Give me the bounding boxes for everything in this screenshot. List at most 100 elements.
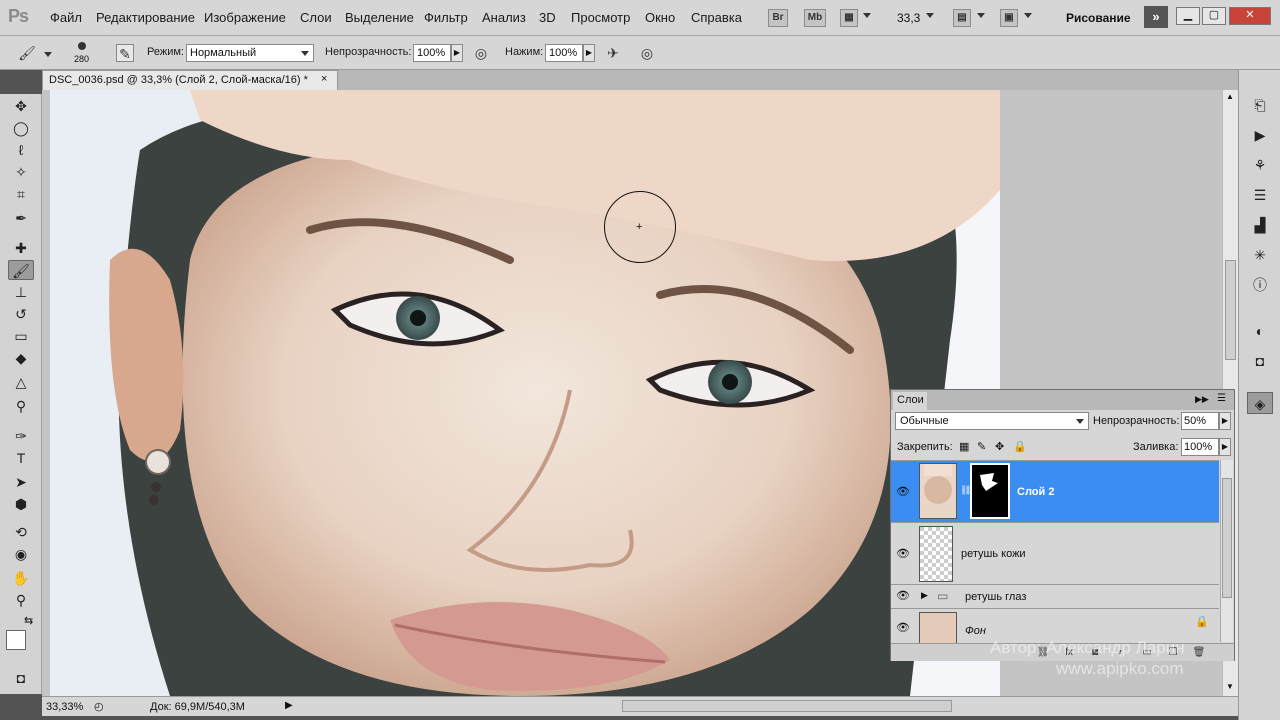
airbrush-icon[interactable]: ✈ <box>604 44 622 62</box>
close-icon[interactable]: × <box>321 73 327 85</box>
chevron-down-icon[interactable] <box>44 52 52 57</box>
path-select-icon[interactable]: ➤ <box>8 472 34 492</box>
opacity-input[interactable]: 100% <box>413 44 451 62</box>
actions-panel-icon[interactable]: ▶ <box>1247 124 1273 146</box>
adjustments-icon[interactable]: ◐ <box>1247 320 1273 342</box>
dodge-tool-icon[interactable]: ⚲ <box>8 396 34 416</box>
tab-layers[interactable]: Слои <box>893 392 927 410</box>
info-panel-icon[interactable]: ⓘ <box>1247 274 1273 296</box>
eraser-icon[interactable]: ▭ <box>8 326 34 346</box>
chevron-down-icon[interactable] <box>977 13 985 18</box>
lock-position-icon[interactable]: ✥ <box>995 440 1004 453</box>
paint-bucket-icon[interactable]: ◆ <box>8 348 34 368</box>
mode-select[interactable]: Нормальный <box>186 44 314 62</box>
close-button[interactable]: ✕ <box>1229 7 1271 25</box>
zoom-level[interactable]: 33,3 <box>897 11 920 25</box>
minibridge-button[interactable]: Mb <box>804 9 826 27</box>
pen-tool-icon[interactable]: ✑ <box>8 426 34 446</box>
panel-menu-icon[interactable]: ☰ <box>1217 393 1226 404</box>
menu-layers[interactable]: Слои <box>300 10 332 25</box>
layers-scrollbar[interactable] <box>1220 460 1233 642</box>
menu-image[interactable]: Изображение <box>204 10 286 25</box>
menu-view[interactable]: Просмотр <box>571 10 630 25</box>
brush-panel-icon[interactable]: ✎ <box>116 44 134 62</box>
document-canvas[interactable]: + <box>50 90 1000 696</box>
healing-brush-icon[interactable]: ✚ <box>8 238 34 258</box>
scroll-up-icon[interactable]: ▲ <box>1226 92 1234 101</box>
menu-edit[interactable]: Редактирование <box>96 10 195 25</box>
expand-arrow-icon[interactable]: ▶ <box>921 590 928 601</box>
arrange-documents-icon[interactable]: ▤ <box>953 9 971 27</box>
zoom-tool-icon[interactable]: ⚲ <box>8 590 34 610</box>
history-brush-icon[interactable]: ↺ <box>8 304 34 324</box>
brush-preset-icon[interactable]: 🖌 <box>18 44 36 62</box>
visibility-eye-icon[interactable]: 👁 <box>895 547 911 561</box>
chevron-down-icon[interactable] <box>1024 13 1032 18</box>
lasso-tool-icon[interactable]: ℓ <box>8 140 34 160</box>
layer-opacity-stepper[interactable]: ▶ <box>1219 412 1231 430</box>
maximize-button[interactable]: ▢ <box>1202 7 1226 25</box>
minimize-button[interactable]: ▁ <box>1176 7 1200 25</box>
masks-panel-icon[interactable]: ◘ <box>1247 350 1273 372</box>
view-extras-icon[interactable]: ▦ <box>840 9 858 27</box>
lock-all-icon[interactable]: 🔒 <box>1013 440 1027 453</box>
opacity-stepper[interactable]: ▶ <box>451 44 463 62</box>
quick-mask-icon[interactable]: ◘ <box>8 668 34 688</box>
pressure-stepper[interactable]: ▶ <box>583 44 595 62</box>
fill-stepper[interactable]: ▶ <box>1219 438 1231 456</box>
vertical-scroll-thumb[interactable] <box>1225 260 1236 360</box>
brush-size[interactable]: 280 <box>74 54 89 64</box>
crop-tool-icon[interactable]: ⌗ <box>8 184 34 204</box>
layer-group-eye-retouch[interactable]: 👁 ▶ ▭ ретушь глаз <box>891 584 1219 608</box>
foreground-color-swatch[interactable] <box>6 630 26 650</box>
layer-opacity-input[interactable]: 50% <box>1181 412 1219 430</box>
chevron-down-icon[interactable] <box>863 13 871 18</box>
lock-transparency-icon[interactable]: ▦ <box>959 440 969 453</box>
status-preview-icon[interactable]: ◴ <box>94 700 104 713</box>
clone-stamp-icon[interactable]: ⊥ <box>8 282 34 302</box>
channels-panel-icon[interactable]: ☰ <box>1247 184 1273 206</box>
workspace-switcher[interactable]: Рисование <box>1066 11 1131 25</box>
menu-select[interactable]: Выделение <box>345 10 414 25</box>
screen-mode-icon[interactable]: ▣ <box>1000 9 1018 27</box>
lock-pixels-icon[interactable]: ✎ <box>977 440 986 453</box>
bridge-button[interactable]: Br <box>768 9 788 27</box>
collapse-icon[interactable]: ▶▶ <box>1195 394 1209 405</box>
menu-filter[interactable]: Фильтр <box>424 10 468 25</box>
layer-mask-thumbnail[interactable] <box>970 463 1010 519</box>
layers-panel-icon[interactable]: ◈ <box>1247 392 1273 414</box>
brush-tip-icon[interactable] <box>78 42 86 50</box>
histogram-icon[interactable]: ▟ <box>1247 214 1273 236</box>
pressure-input[interactable]: 100% <box>545 44 583 62</box>
fill-input[interactable]: 100% <box>1181 438 1219 456</box>
layers-scroll-thumb[interactable] <box>1222 478 1232 598</box>
eyedropper-icon[interactable]: ✒ <box>8 208 34 228</box>
layer-row-skin-retouch[interactable]: 👁 ретушь кожи <box>891 522 1219 584</box>
move-tool-icon[interactable]: ✥ <box>8 96 34 116</box>
ellipse-marquee-icon[interactable]: ◯ <box>8 118 34 138</box>
blur-tool-icon[interactable]: △ <box>8 372 34 392</box>
blend-mode-select[interactable]: Обычные <box>895 412 1089 430</box>
menu-analysis[interactable]: Анализ <box>482 10 526 25</box>
visibility-eye-icon[interactable]: 👁 <box>895 589 911 603</box>
trash-icon[interactable]: 🗑 <box>1191 646 1207 660</box>
visibility-eye-icon[interactable]: 👁 <box>895 485 911 499</box>
3d-orbit-icon[interactable]: ◉ <box>8 544 34 564</box>
3d-rotate-icon[interactable]: ⟲ <box>8 522 34 542</box>
menu-file[interactable]: Файл <box>50 10 82 25</box>
menu-help[interactable]: Справка <box>691 10 742 25</box>
menu-3d[interactable]: 3D <box>539 10 556 25</box>
type-tool-icon[interactable]: T <box>8 448 34 468</box>
quick-select-icon[interactable]: ✧ <box>8 162 34 182</box>
visibility-eye-icon[interactable]: 👁 <box>895 621 911 635</box>
brush-tool-icon[interactable]: 🖌 <box>8 260 34 280</box>
hand-tool-icon[interactable]: ✋ <box>8 568 34 588</box>
shape-tool-icon[interactable]: ⬢ <box>8 494 34 514</box>
status-zoom[interactable]: 33,33% <box>46 701 83 713</box>
clone-source-icon[interactable]: ⚘ <box>1247 154 1273 176</box>
chevron-down-icon[interactable] <box>926 13 934 18</box>
opacity-pressure-icon[interactable]: ◎ <box>472 44 490 62</box>
swap-colors-icon[interactable]: ⇆ <box>24 614 33 627</box>
more-workspaces-button[interactable]: » <box>1144 6 1168 28</box>
status-menu-icon[interactable]: ▶ <box>285 700 293 711</box>
